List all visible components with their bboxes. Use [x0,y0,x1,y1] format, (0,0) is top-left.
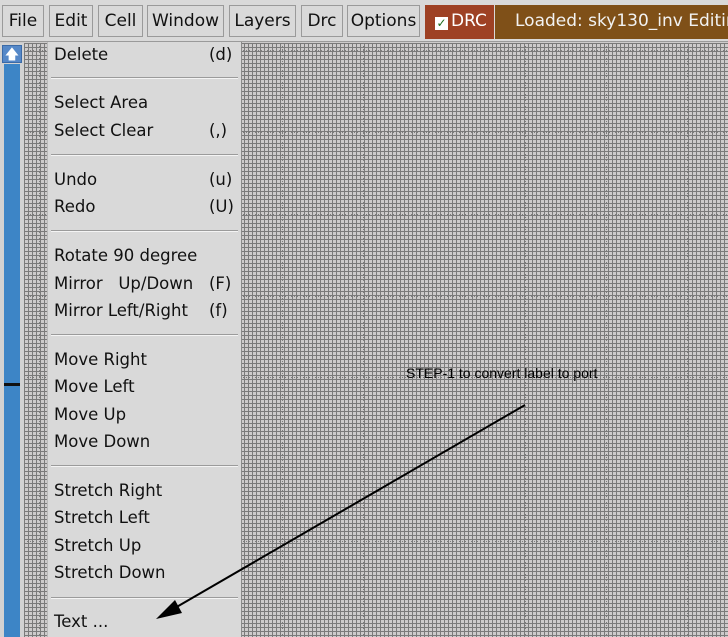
arrow-head [156,600,182,619]
annotation-arrow [156,404,526,619]
arrow-line [167,404,526,613]
